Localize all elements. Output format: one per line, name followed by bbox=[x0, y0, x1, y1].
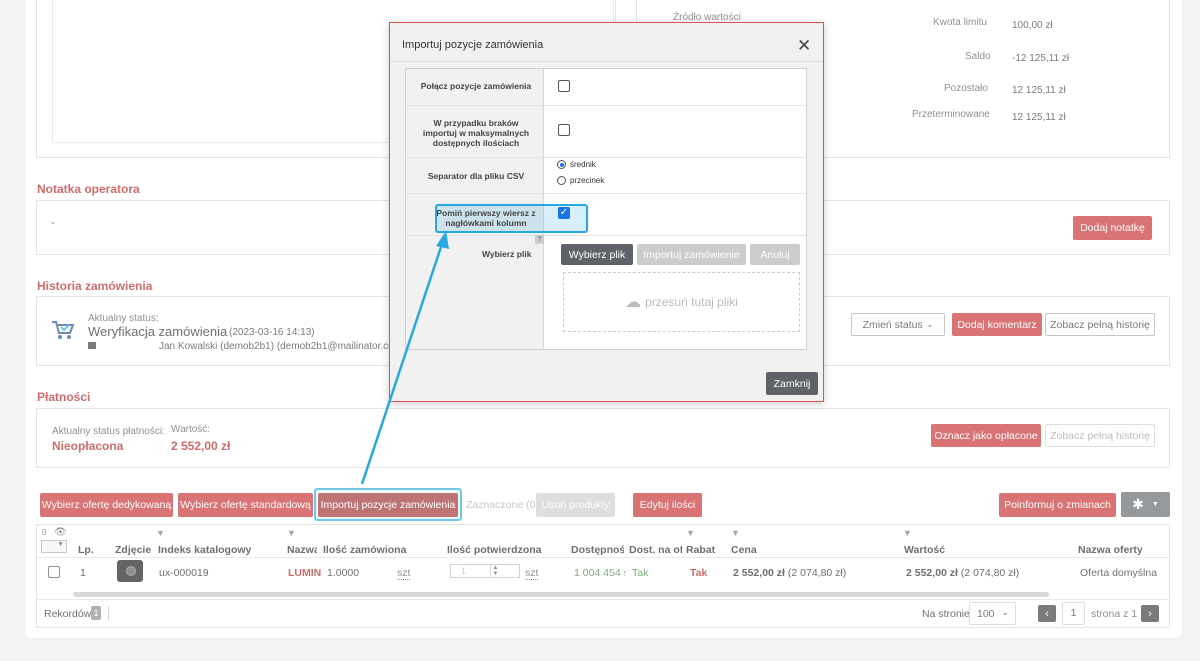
help-badge[interactable]: ? bbox=[535, 235, 544, 244]
cancel-import-button[interactable]: Anuluj bbox=[750, 244, 800, 265]
shortage-checkbox[interactable] bbox=[558, 124, 570, 136]
form-divider bbox=[406, 157, 806, 158]
dropzone-text: przesuń tutaj pliki bbox=[645, 295, 738, 309]
import-order-button[interactable]: Importuj zamówienie bbox=[637, 244, 746, 265]
skip-header-label: Pomiń pierwszy wiersz z nagłówkami kolum… bbox=[436, 208, 536, 228]
merge-positions-checkbox[interactable] bbox=[558, 80, 570, 92]
form-divider bbox=[406, 193, 806, 194]
separator-option-srednik[interactable]: średnik bbox=[570, 160, 596, 169]
separator-label: Separator dla pliku CSV bbox=[427, 171, 525, 181]
close-icon[interactable]: ✕ bbox=[797, 36, 811, 56]
file-dropzone[interactable]: ☁ przesuń tutaj pliki bbox=[563, 272, 800, 332]
choose-file-label: Wybierz plik bbox=[482, 249, 532, 259]
import-modal: Importuj pozycje zamówienia ✕ Połącz poz… bbox=[389, 22, 824, 402]
modal-title: Importuj pozycje zamówienia bbox=[402, 39, 544, 51]
separator-radio-srednik[interactable] bbox=[557, 160, 566, 169]
skip-header-checkbox[interactable]: ✓ bbox=[558, 207, 570, 219]
modal-close-button[interactable]: Zamknij bbox=[766, 372, 818, 395]
modal-header-divider bbox=[390, 61, 823, 62]
merge-positions-label: Połącz pozycje zamówienia bbox=[420, 81, 532, 91]
separator-radio-przecinek[interactable] bbox=[557, 176, 566, 185]
form-divider bbox=[406, 235, 806, 236]
upload-cloud-icon: ☁ bbox=[625, 294, 642, 311]
form-divider bbox=[406, 105, 806, 106]
choose-file-button[interactable]: Wybierz plik bbox=[561, 244, 633, 265]
shortage-label: W przypadku braków importuj w maksymalny… bbox=[422, 118, 530, 148]
separator-option-przecinek[interactable]: przecinek bbox=[570, 176, 604, 185]
